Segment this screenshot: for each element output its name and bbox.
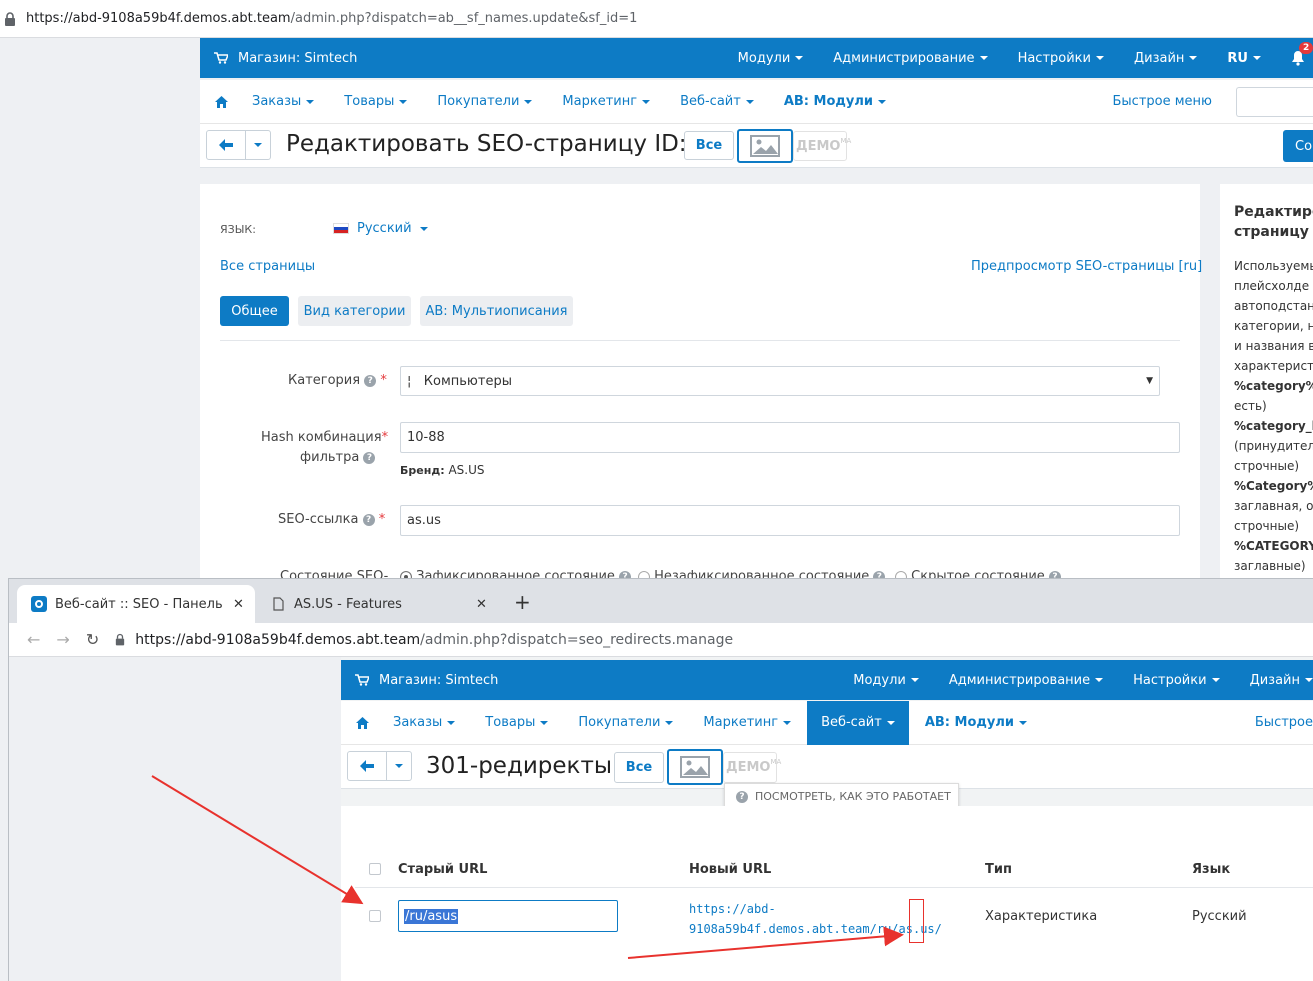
annotation-arrow-to-old-url: [151, 775, 364, 905]
annotation-arrows: [151, 775, 904, 959]
annotation-arrow-to-trailing-slash: [627, 926, 904, 959]
